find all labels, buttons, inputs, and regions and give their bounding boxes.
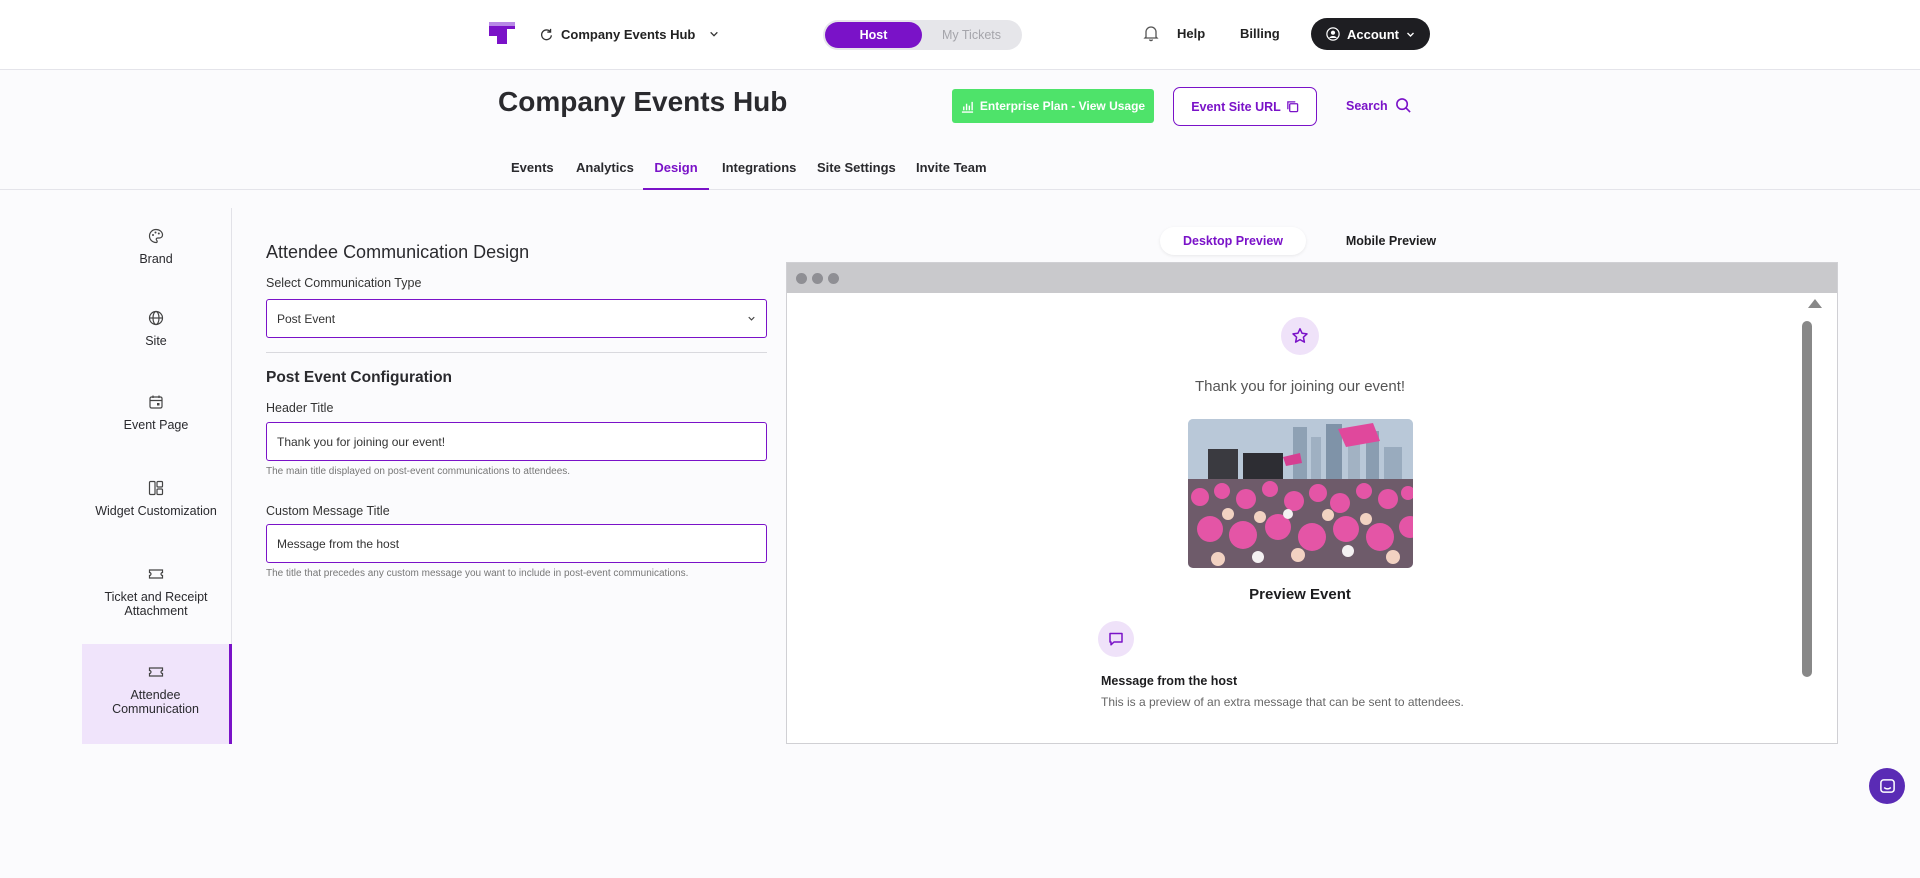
comm-type-select[interactable]: Post Event [266,299,767,338]
sidebar-item-label: Brand [139,252,173,266]
section-divider [266,352,767,353]
site-url-label: Event Site URL [1191,99,1281,114]
comm-type-label: Select Communication Type [266,276,422,290]
tab-integrations[interactable]: Integrations [722,150,796,190]
section-title: Post Event Configuration [266,369,452,386]
help-link[interactable]: Help [1177,26,1205,41]
bell-icon[interactable] [1142,24,1160,42]
palette-icon [148,228,164,244]
search-label: Search [1346,98,1388,113]
chevron-down-icon [1407,32,1414,37]
comm-type-value: Post Event [277,311,336,326]
header-title-value: Thank you for joining our event! [277,434,446,449]
user-circle-icon [1326,27,1340,41]
chevron-down-icon [748,316,755,321]
preview-header-title: Thank you for joining our event! [1194,378,1406,395]
custom-message-input[interactable]: Message from the host [266,524,767,563]
scroll-up-arrow[interactable] [1808,299,1822,308]
workspace-switcher[interactable]: Company Events Hub [540,24,719,44]
layout-icon [148,480,164,496]
chat-support-button[interactable] [1869,768,1905,804]
main-tabs: Events Analytics Design Integrations Sit… [0,150,1920,190]
ticket-icon [148,569,164,579]
star-icon [1292,328,1308,343]
top-navigation-bar: Company Events Hub Host My Tickets Help … [0,0,1920,70]
chat-icon [1879,778,1895,793]
event-site-url-button[interactable]: Event Site URL [1173,87,1317,126]
logo-icon[interactable] [487,20,517,46]
preview-message-body: This is a preview of an extra message th… [1101,695,1464,709]
window-dot [812,273,823,284]
preview-event-caption: Preview Event [1249,586,1351,603]
design-sidebar: Brand Site Event Page Widget Customizati… [82,208,232,744]
calendar-icon [149,395,163,409]
chevron-down-icon [710,31,719,37]
star-badge [1281,317,1319,355]
sidebar-item-event-page[interactable]: Event Page [82,394,230,432]
billing-link[interactable]: Billing [1240,26,1280,41]
scrollbar-thumb[interactable] [1802,321,1812,677]
sidebar-item-label: Attendee Communication [112,688,199,716]
page-title: Company Events Hub [498,86,788,117]
crowd-image [1188,419,1413,568]
header-title-label: Header Title [266,401,334,415]
search-button[interactable]: Search [1346,97,1412,114]
preview-message-title: Message from the host [1101,674,1238,688]
tab-desktop-preview[interactable]: Desktop Preview [1160,227,1306,255]
ticket-icon [148,667,163,677]
sidebar-item-label: Site [145,334,167,348]
sidebar-item-label: Widget Customization [95,504,217,518]
tab-invite-team[interactable]: Invite Team [916,150,987,190]
host-toggle-option[interactable]: Host [825,22,922,48]
copy-icon [1287,101,1299,113]
tab-events[interactable]: Events [511,150,554,190]
header-title-help: The main title displayed on post-event c… [266,466,571,477]
bar-chart-icon [961,101,973,113]
globe-icon [148,310,164,326]
sidebar-item-attendee-communication[interactable]: Attendee Communication [82,644,232,744]
host-tickets-toggle: Host My Tickets [823,20,1022,50]
message-badge [1098,621,1134,657]
window-dot [796,273,807,284]
plan-label: Enterprise Plan - View Usage [979,99,1146,113]
tab-mobile-preview[interactable]: Mobile Preview [1316,227,1466,255]
browser-title-bar [787,263,1837,293]
sidebar-item-label: Event Page [123,418,189,432]
sidebar-item-site[interactable]: Site [82,310,230,348]
header-title-input[interactable]: Thank you for joining our event! [266,422,767,461]
search-icon [1395,98,1411,113]
account-label: Account [1347,26,1399,42]
enterprise-plan-button[interactable]: Enterprise Plan - View Usage [952,89,1154,123]
form-heading: Attendee Communication Design [266,242,530,262]
sidebar-item-ticket-receipt[interactable]: Ticket and Receipt Attachment [82,566,230,618]
sidebar-item-brand[interactable]: Brand [82,228,230,266]
custom-message-label: Custom Message Title [266,504,390,518]
custom-message-value: Message from the host [277,536,400,551]
tab-site-settings[interactable]: Site Settings [817,150,896,190]
sidebar-item-label: Ticket and Receipt Attachment [104,590,208,618]
account-button[interactable]: Account [1311,18,1430,50]
custom-message-help: The title that precedes any custom messa… [266,568,689,579]
window-dot [828,273,839,284]
refresh-icon [541,28,553,40]
workspace-name: Company Events Hub [561,26,696,42]
sidebar-item-widget-customization[interactable]: Widget Customization [82,480,230,518]
tab-design[interactable]: Design [643,150,709,190]
message-icon [1109,632,1123,646]
my-tickets-toggle-option[interactable]: My Tickets [923,22,1020,48]
event-photo [1188,419,1413,568]
tab-analytics[interactable]: Analytics [576,150,634,190]
